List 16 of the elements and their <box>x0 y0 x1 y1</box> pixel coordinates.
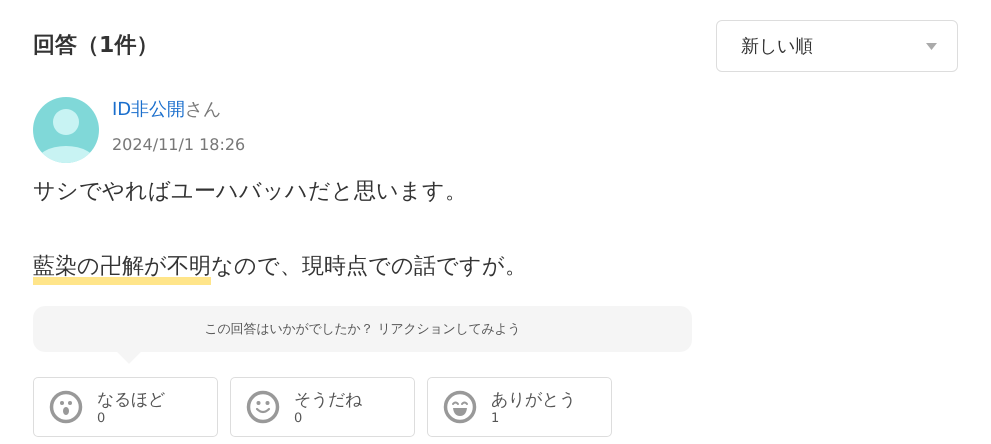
reaction-prompt: この回答はいかがでしたか？ リアクションしてみよう <box>204 321 521 338</box>
user-link[interactable]: ID非公開 <box>112 99 186 120</box>
smiley-face-icon <box>246 390 280 424</box>
laughing-face-icon <box>443 390 477 424</box>
avatar-icon <box>33 97 99 163</box>
honorific-text: さん <box>185 99 222 120</box>
reaction-button[interactable]: ありがとう 1 <box>427 377 612 437</box>
answer-paragraph: 藍染の卍解が不明なので、現時点での話ですが。 <box>33 252 958 282</box>
section-heading: 回答（1件） <box>33 32 158 60</box>
caret-icon <box>926 42 937 50</box>
answer-paragraph: サシでやればユーハバッハだと思います。 <box>33 178 468 206</box>
reaction-button[interactable]: なるほど 0 <box>33 377 218 437</box>
post-date: 2024/11/1 18:26 <box>112 135 246 154</box>
reaction-button[interactable]: そうだね 0 <box>230 377 415 437</box>
sort-dropdown[interactable]: 新しい順 <box>716 20 958 72</box>
surprised-face-icon <box>49 390 83 424</box>
